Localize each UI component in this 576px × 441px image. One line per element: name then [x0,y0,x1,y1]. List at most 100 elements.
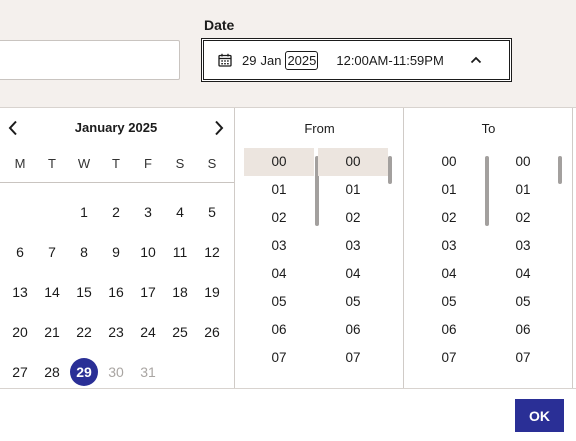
to-title: To [481,121,496,136]
calendar-icon [218,53,232,67]
chevron-right-icon [215,120,224,136]
day-cell[interactable]: 28 [36,358,68,386]
day-cell[interactable]: 12 [196,238,228,266]
weekday-label: T [112,156,120,171]
date-range-field[interactable]: 29 Jan 2025 12:00AM-11:59PM [201,38,512,82]
day-cell[interactable]: 10 [132,238,164,266]
day-cell[interactable]: 4 [164,198,196,226]
to-minute-option[interactable]: 07 [488,344,558,372]
empty-day-cell [164,358,196,386]
from-hour-option[interactable]: 01 [244,176,314,204]
day-cell[interactable]: 19 [196,278,228,306]
from-hour-option[interactable]: 04 [244,260,314,288]
from-minute-option[interactable]: 05 [318,288,388,316]
to-hour-option[interactable]: 00 [414,148,484,176]
to-hour-option[interactable]: 01 [414,176,484,204]
date-month-segment[interactable]: Jan [260,53,281,68]
to-minute-option[interactable]: 01 [488,176,558,204]
day-cell[interactable]: 26 [196,318,228,346]
chevron-up-icon[interactable] [470,56,482,64]
day-cell[interactable]: 9 [100,238,132,266]
day-cell[interactable]: 15 [68,278,100,306]
day-cell[interactable]: 16 [100,278,132,306]
time-range-text[interactable]: 12:00AM-11:59PM [336,53,443,68]
ok-button[interactable]: OK [515,399,564,432]
day-cell[interactable]: 25 [164,318,196,346]
to-hour-option[interactable]: 07 [414,344,484,372]
week-row: 13 14 15 16 17 18 19 [4,272,228,312]
from-minute-option[interactable]: 01 [318,176,388,204]
weekday-divider [0,182,234,183]
day-cell[interactable]: 18 [164,278,196,306]
date-label: Date [204,17,235,33]
to-minute-scrollbar[interactable] [558,156,562,184]
day-cell[interactable]: 3 [132,198,164,226]
from-minute-option[interactable]: 04 [318,260,388,288]
day-cell[interactable]: 2 [100,198,132,226]
to-minute-option[interactable]: 05 [488,288,558,316]
selected-day-number: 29 [70,358,98,386]
from-minute-option[interactable]: 07 [318,344,388,372]
from-minute-column[interactable]: 00 01 02 03 04 05 06 07 [318,148,388,372]
from-hour-option[interactable]: 03 [244,232,314,260]
from-hour-option[interactable]: 05 [244,288,314,316]
day-cell[interactable]: 14 [36,278,68,306]
day-cell[interactable]: 22 [68,318,100,346]
weekday-label: W [77,156,91,171]
date-year-segment[interactable]: 2025 [285,50,319,70]
day-cell[interactable]: 5 [196,198,228,226]
day-cell[interactable]: 24 [132,318,164,346]
day-cell[interactable]: 17 [132,278,164,306]
week-row: 6 7 8 9 10 11 12 [4,232,228,272]
from-minute-option[interactable]: 02 [318,204,388,232]
selected-day-cell[interactable]: 29 [68,358,100,386]
day-cell: 31 [140,364,156,380]
next-month-button[interactable] [209,118,229,138]
from-minute-option[interactable]: 06 [318,316,388,344]
day-cell[interactable]: 13 [4,278,36,306]
to-hour-option[interactable]: 06 [414,316,484,344]
from-hour-option[interactable]: 00 [244,148,314,176]
day-cell[interactable]: 20 [4,318,36,346]
empty-day-cell [36,198,68,226]
from-minute-option[interactable]: 00 [318,148,388,176]
week-row: 12345 [4,192,228,232]
date-day-segment[interactable]: 29 [242,53,256,68]
day-cell[interactable]: 27 [4,358,36,386]
from-hour-option[interactable]: 07 [244,344,314,372]
from-hour-option[interactable]: 06 [244,316,314,344]
to-minute-column[interactable]: 00 01 02 03 04 05 06 07 [488,148,558,372]
week-row: 20 21 22 23 24 25 26 [4,312,228,352]
day-cell: 30 [108,364,124,380]
to-hour-option[interactable]: 03 [414,232,484,260]
weekday-label: F [144,156,152,171]
from-minute-scrollbar[interactable] [388,156,392,184]
to-time-pane: To 00 01 02 03 04 05 06 07 00 01 02 03 04 05 06 07 [405,108,573,388]
empty-day-cell [4,198,36,226]
to-minute-option[interactable]: 06 [488,316,558,344]
to-hour-option[interactable]: 05 [414,288,484,316]
to-hour-option[interactable]: 04 [414,260,484,288]
from-hour-column[interactable]: 00 01 02 03 04 05 06 07 [244,148,314,372]
to-minute-option[interactable]: 03 [488,232,558,260]
to-hour-option[interactable]: 02 [414,204,484,232]
weekday-label: M [14,156,26,171]
to-minute-option[interactable]: 00 [488,148,558,176]
day-cell[interactable]: 1 [68,198,100,226]
day-cell[interactable]: 11 [164,238,196,266]
date-time-picker-panel: January 2025 MTWTFSS 1 2 3 4 5 6 7 8 9 10 11 12 13 14… [0,107,576,441]
day-cell[interactable]: 23 [100,318,132,346]
to-hour-column[interactable]: 00 01 02 03 04 05 06 07 [414,148,484,372]
previous-input-field[interactable] [0,40,180,80]
calendar-header: January 2025 [0,118,235,138]
from-hour-option[interactable]: 02 [244,204,314,232]
to-minute-option[interactable]: 02 [488,204,558,232]
to-minute-option[interactable]: 04 [488,260,558,288]
calendar: January 2025 MTWTFSS 1 2 3 4 5 6 7 8 9 10 11 12 13 14… [0,108,235,388]
day-cell[interactable]: 8 [68,238,100,266]
from-minute-option[interactable]: 03 [318,232,388,260]
weekday-label: S [207,156,217,171]
day-cell[interactable]: 6 [4,238,36,266]
day-cell[interactable]: 21 [36,318,68,346]
day-cell[interactable]: 7 [36,238,68,266]
